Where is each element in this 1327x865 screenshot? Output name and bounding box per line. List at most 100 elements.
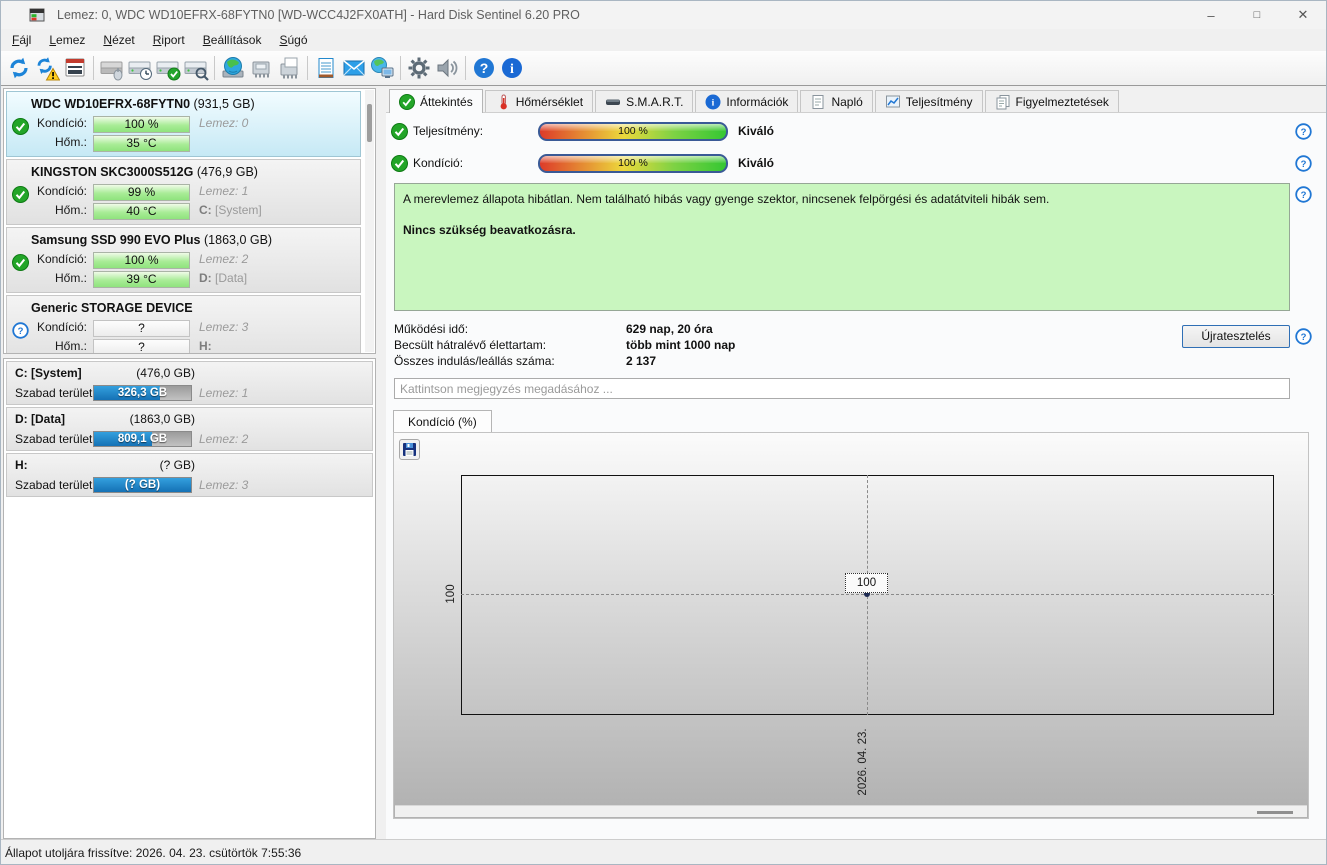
menu-settings[interactable]: Beállítások xyxy=(194,30,271,50)
tab-information[interactable]: i Információk xyxy=(695,90,799,112)
document-icon xyxy=(812,94,824,109)
close-button[interactable]: ✕ xyxy=(1280,1,1326,29)
menu-disk[interactable]: Lemez xyxy=(40,30,94,50)
svg-text:?: ? xyxy=(1301,190,1307,201)
disk-offline-icon[interactable] xyxy=(98,54,126,82)
maximize-button[interactable]: □ xyxy=(1234,1,1280,29)
sounds-icon[interactable] xyxy=(433,54,461,82)
condition-rating: Kiváló xyxy=(738,156,775,170)
tab-smart[interactable]: S.M.A.R.T. xyxy=(595,90,694,112)
disk-accept-icon[interactable] xyxy=(154,54,182,82)
performance-label: Teljesítmény: xyxy=(413,124,484,138)
help-icon[interactable]: ? xyxy=(1295,123,1312,140)
condition-label: Kondíció: xyxy=(413,156,464,170)
disk-item-1[interactable]: KINGSTON SKC3000S512G (476,9 GB) Kondíci… xyxy=(6,159,361,225)
partition-size: (476,0 GB) xyxy=(136,366,195,380)
overview-content: Teljesítmény: 100 % Kiváló ? Kondíció: 1… xyxy=(386,113,1326,839)
retest-button[interactable]: Újratesztelés xyxy=(1182,325,1290,348)
disk-title: KINGSTON SKC3000S512G (476,9 GB) xyxy=(31,165,258,179)
email-icon[interactable] xyxy=(340,54,368,82)
settings-gear-icon[interactable] xyxy=(405,54,433,82)
network-status-icon[interactable] xyxy=(368,54,396,82)
svg-text:i: i xyxy=(510,62,514,77)
status-bar: Állapot utoljára frissítve: 2026. 04. 23… xyxy=(1,839,1326,864)
partition-item-d[interactable]: D: [Data] (1863,0 GB) Szabad terület 809… xyxy=(6,407,373,451)
temperature-label: Hőm.: xyxy=(54,135,87,149)
disk-title: WDC WD10EFRX-68FYTN0 (931,5 GB) xyxy=(31,97,255,111)
help-icon[interactable]: ? xyxy=(1295,328,1312,345)
refresh-icon[interactable] xyxy=(5,54,33,82)
toolbar-separator xyxy=(465,56,466,80)
network-disks-icon[interactable] xyxy=(219,54,247,82)
eject-hardware-icon[interactable] xyxy=(275,54,303,82)
refresh-warning-icon[interactable] xyxy=(33,54,61,82)
toolbar-separator xyxy=(400,56,401,80)
temperature-label: Hőm.: xyxy=(54,203,87,217)
temperature-label: Hőm.: xyxy=(54,271,87,285)
disk-item-2[interactable]: Samsung SSD 990 EVO Plus (1863,0 GB) Kon… xyxy=(6,227,361,293)
temperature-label: Hőm.: xyxy=(54,339,87,353)
comment-input[interactable] xyxy=(394,378,1290,399)
disk-number-label: Lemez: 1 xyxy=(199,184,249,198)
scrollbar-thumb[interactable] xyxy=(367,104,372,142)
safely-remove-hardware-icon[interactable] xyxy=(247,54,275,82)
help-icon[interactable]: ? xyxy=(1295,155,1312,172)
partition-list: C: [System] (476,0 GB) Szabad terület 32… xyxy=(3,358,376,839)
condition-label: Kondíció: xyxy=(36,116,87,130)
report-icon[interactable] xyxy=(61,54,89,82)
scrollbar-thumb[interactable] xyxy=(1257,811,1293,814)
status-bar-text: Állapot utoljára frissítve: 2026. 04. 23… xyxy=(5,846,302,860)
check-circle-icon xyxy=(391,123,408,140)
help-icon[interactable]: ? xyxy=(470,54,498,82)
disk-icon xyxy=(606,99,621,105)
tab-log[interactable]: Napló xyxy=(800,90,873,112)
info-icon[interactable]: i xyxy=(498,54,526,82)
notes-icon[interactable] xyxy=(312,54,340,82)
svg-text:?: ? xyxy=(1301,332,1307,343)
disk-number-label: Lemez: 2 xyxy=(199,432,249,446)
disk-title: Generic STORAGE DEVICE xyxy=(31,301,193,315)
disk-schedule-icon[interactable] xyxy=(126,54,154,82)
partition-item-h[interactable]: H: (? GB) Szabad terület (? GB) Lemez: 3 xyxy=(6,453,373,497)
disk-surface-test-icon[interactable] xyxy=(182,54,210,82)
chart-scrollbar[interactable] xyxy=(395,805,1307,817)
volume-label: D: [Data] xyxy=(199,271,248,285)
condition-label: Kondíció: xyxy=(36,184,87,198)
lifetime-stats: Működési idő: 629 nap, 20 óra Becsült há… xyxy=(394,322,894,370)
menu-view[interactable]: Nézet xyxy=(94,30,143,50)
free-space-label: Szabad terület xyxy=(15,478,93,492)
disk-list: WDC WD10EFRX-68FYTN0 (931,5 GB) Kondíció… xyxy=(3,88,376,354)
chart-icon xyxy=(885,95,900,107)
condition-bar: 99 % xyxy=(93,184,190,201)
menu-help[interactable]: Súgó xyxy=(270,30,316,50)
menu-bar: Fájl Lemez Nézet Riport Beállítások Súgó xyxy=(1,29,1326,51)
minimize-button[interactable]: – xyxy=(1188,1,1234,29)
tab-alerts[interactable]: Figyelmeztetések xyxy=(984,90,1119,112)
tab-performance[interactable]: Teljesítmény xyxy=(874,90,983,112)
save-chart-button[interactable] xyxy=(399,439,420,460)
check-circle-icon xyxy=(399,93,415,110)
condition-bar: 100 % xyxy=(538,154,728,173)
floppy-icon xyxy=(403,443,416,456)
partition-name: H: xyxy=(15,458,28,472)
disk-number-label: Lemez: 2 xyxy=(199,252,249,266)
menu-report[interactable]: Riport xyxy=(144,30,194,50)
health-status-action: Nincs szükség beavatkozásra. xyxy=(403,223,576,238)
partition-size: (1863,0 GB) xyxy=(129,412,195,426)
disk-item-3[interactable]: Generic STORAGE DEVICE ? Kondíció: ? Lem… xyxy=(6,295,361,353)
partition-item-c[interactable]: C: [System] (476,0 GB) Szabad terület 32… xyxy=(6,361,373,405)
disk-number-label: Lemez: 1 xyxy=(199,386,249,400)
condition-label: Kondíció: xyxy=(36,320,87,334)
tab-temperature[interactable]: Hőmérséklet xyxy=(484,90,594,112)
chart-tab-condition[interactable]: Kondíció (%) xyxy=(393,410,492,433)
toolbar-separator xyxy=(307,56,308,80)
main-area: Áttekintés Hőmérséklet S.M.A.R.T. i Info… xyxy=(386,88,1326,839)
menu-file[interactable]: Fájl xyxy=(3,30,40,50)
temperature-bar: 40 °C xyxy=(93,203,190,220)
tab-overview[interactable]: Áttekintés xyxy=(389,89,483,113)
help-icon[interactable]: ? xyxy=(1295,186,1312,203)
condition-bar: ? xyxy=(93,320,190,337)
disk-list-scrollbar[interactable] xyxy=(365,90,374,352)
disk-item-0[interactable]: WDC WD10EFRX-68FYTN0 (931,5 GB) Kondíció… xyxy=(6,91,361,157)
pages-icon xyxy=(996,94,1009,109)
